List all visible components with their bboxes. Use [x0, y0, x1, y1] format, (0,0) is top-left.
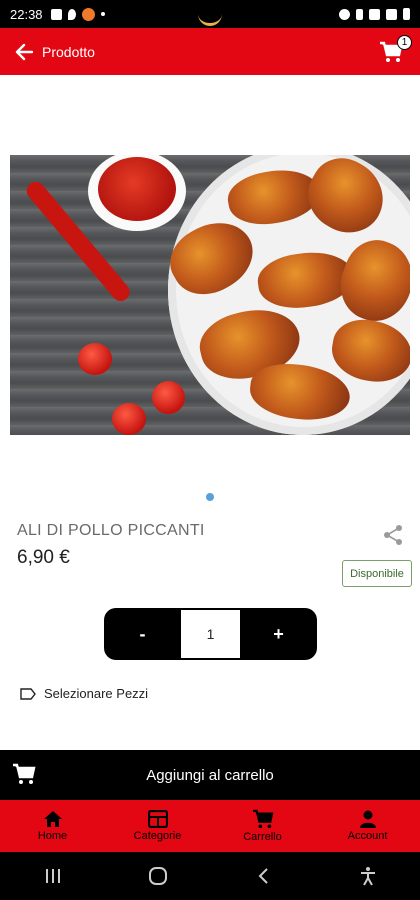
product-name: ALI DI POLLO PICCANTI [17, 522, 205, 539]
bluetooth-icon [356, 8, 363, 20]
cart-icon [13, 763, 36, 784]
home-circle-icon [148, 867, 167, 885]
image-sauce [98, 157, 176, 221]
app-bar: Prodotto 1 [0, 28, 420, 75]
pagination-dot-active[interactable] [206, 493, 214, 501]
nav-item-cart[interactable]: Carrello [210, 800, 315, 852]
image-pagination [0, 493, 420, 501]
battery-icon [403, 8, 410, 20]
gallery-notification-icon [50, 8, 62, 20]
select-pieces-label: Selezionare Pezzi [44, 686, 149, 701]
app-notification-icon [81, 7, 95, 21]
accessibility-icon [360, 867, 375, 886]
add-to-cart-label: Aggiungi al carrello [146, 766, 274, 784]
availability-badge: Disponibile [342, 560, 412, 587]
home-icon [43, 811, 62, 827]
back-button[interactable] [12, 40, 36, 64]
image-tomato [112, 403, 146, 435]
recent-apps-icon [45, 869, 60, 883]
cart-count-badge: 1 [397, 34, 412, 50]
nav-label-account: Account [347, 830, 388, 842]
increase-quantity-button[interactable]: + [240, 608, 317, 660]
nav-item-home[interactable]: Home [0, 800, 105, 852]
image-tomato [152, 381, 185, 414]
wifi-icon [369, 8, 380, 20]
home-system-button[interactable] [138, 861, 178, 891]
image-tomato [78, 343, 112, 375]
header-cart-button[interactable]: 1 [374, 34, 412, 69]
product-image[interactable] [10, 155, 410, 435]
tag-icon [20, 687, 36, 700]
add-to-cart-button[interactable]: Aggiungi al carrello [0, 750, 420, 800]
accessibility-button[interactable] [348, 861, 388, 891]
cart-icon [252, 809, 273, 829]
nav-label-cart: Carrello [243, 831, 282, 843]
status-time: 22:38 [10, 6, 43, 22]
quantity-input[interactable]: 1 [181, 610, 240, 658]
user-icon [359, 810, 376, 828]
system-navigation-bar [0, 852, 420, 900]
share-icon [384, 525, 402, 545]
back-system-button[interactable] [243, 861, 283, 891]
nav-item-categories[interactable]: Categorie [105, 800, 210, 852]
share-button[interactable] [382, 524, 406, 548]
nav-item-account[interactable]: Account [315, 800, 420, 852]
chevron-left-icon [258, 868, 268, 884]
product-price: 6,90 € [17, 547, 70, 568]
arrow-left-icon [15, 43, 33, 60]
status-right-icons [339, 8, 410, 20]
signal-icon [386, 8, 397, 20]
category-icon [147, 810, 168, 828]
decrease-quantity-button[interactable]: - [104, 608, 181, 660]
page-title: Prodotto [42, 43, 95, 60]
quantity-stepper: - 1 + [104, 608, 317, 660]
select-pieces-option[interactable]: Selezionare Pezzi [20, 686, 148, 701]
recent-apps-button[interactable] [33, 861, 73, 891]
nav-label-home: Home [37, 830, 68, 842]
nav-label-categories: Categorie [133, 830, 182, 842]
bottom-navigation: Home Categorie Carrello Account [0, 800, 420, 852]
location-notification-icon [67, 8, 76, 20]
status-left-icons [50, 7, 105, 21]
more-notifications-icon [100, 12, 105, 16]
alarm-icon [339, 8, 350, 20]
